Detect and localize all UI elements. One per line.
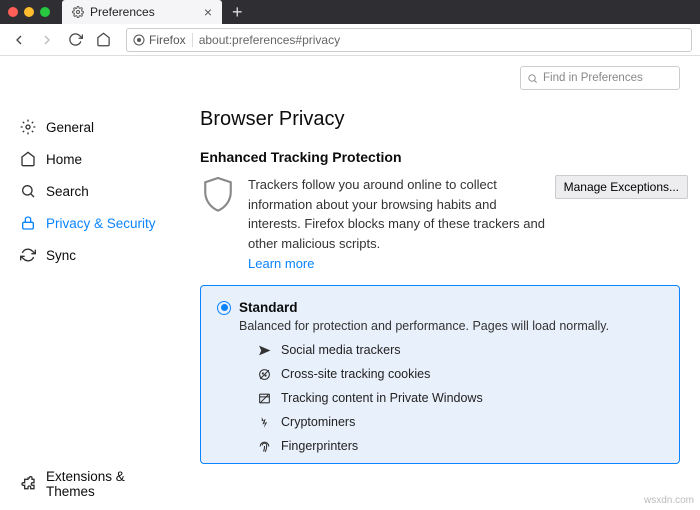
sync-icon	[20, 247, 36, 263]
sidebar-item-search[interactable]: Search	[10, 176, 180, 206]
puzzle-icon	[20, 476, 36, 492]
maximize-window-button[interactable]	[40, 7, 50, 17]
main-content: Find in Preferences Browser Privacy Enha…	[180, 56, 700, 510]
feature-fingerprinters: Fingerprinters	[257, 439, 663, 453]
card-subtitle: Balanced for protection and performance.…	[239, 319, 663, 333]
home-button[interactable]	[92, 29, 114, 51]
sidebar: General Home Search Privacy & Security	[0, 56, 180, 510]
gear-icon	[20, 119, 36, 135]
sidebar-item-label: Extensions & Themes	[46, 469, 170, 499]
url-input[interactable]	[199, 33, 685, 47]
search-icon	[20, 183, 36, 199]
shield-icon	[200, 175, 236, 219]
watermark: wsxdn.com	[644, 495, 694, 506]
sidebar-item-sync[interactable]: Sync	[10, 240, 180, 270]
url-bar[interactable]: Firefox	[126, 28, 692, 52]
window-controls	[8, 7, 50, 17]
search-placeholder: Find in Preferences	[543, 72, 643, 84]
navbar: Firefox	[0, 24, 700, 56]
standard-protection-card[interactable]: Standard Balanced for protection and per…	[200, 285, 680, 464]
learn-more-link[interactable]: Learn more	[248, 256, 314, 271]
card-title: Standard	[239, 300, 298, 315]
sidebar-item-label: General	[46, 120, 94, 135]
sidebar-item-extensions[interactable]: Extensions & Themes	[10, 462, 180, 506]
sidebar-item-privacy[interactable]: Privacy & Security	[10, 208, 180, 238]
minimize-window-button[interactable]	[24, 7, 34, 17]
close-window-button[interactable]	[8, 7, 18, 17]
feature-tracking-content: Tracking content in Private Windows	[257, 391, 663, 405]
sidebar-item-label: Sync	[46, 248, 76, 263]
feature-social-trackers: Social media trackers	[257, 343, 663, 357]
lock-icon	[20, 215, 36, 231]
tracking-intro: Trackers follow you around online to col…	[200, 175, 680, 271]
close-tab-button[interactable]: ×	[204, 5, 212, 19]
back-button[interactable]	[8, 29, 30, 51]
home-icon	[20, 151, 36, 167]
page-body: General Home Search Privacy & Security	[0, 56, 700, 510]
titlebar: Preferences × +	[0, 0, 700, 24]
search-preferences-input[interactable]: Find in Preferences	[520, 66, 680, 90]
tracking-description: Trackers follow you around online to col…	[248, 175, 548, 253]
forward-button[interactable]	[36, 29, 58, 51]
window-icon	[257, 391, 271, 405]
reload-button[interactable]	[64, 29, 86, 51]
cryptominer-icon	[257, 415, 271, 429]
standard-radio[interactable]	[217, 301, 231, 315]
sidebar-item-home[interactable]: Home	[10, 144, 180, 174]
social-icon	[257, 343, 271, 357]
identity-box[interactable]: Firefox	[133, 33, 193, 47]
feature-cryptominers: Cryptominers	[257, 415, 663, 429]
new-tab-button[interactable]: +	[222, 2, 253, 23]
page-title: Browser Privacy	[200, 108, 680, 131]
sidebar-item-label: Search	[46, 184, 89, 199]
feature-cross-site-cookies: Cross-site tracking cookies	[257, 367, 663, 381]
sidebar-item-label: Home	[46, 152, 82, 167]
identity-label: Firefox	[149, 33, 186, 47]
section-title: Enhanced Tracking Protection	[200, 149, 680, 165]
manage-exceptions-button[interactable]: Manage Exceptions...	[555, 175, 688, 199]
sidebar-item-label: Privacy & Security	[46, 216, 156, 231]
sidebar-item-general[interactable]: General	[10, 112, 180, 142]
cookie-icon	[257, 367, 271, 381]
gear-icon	[72, 6, 84, 18]
fingerprint-icon	[257, 439, 271, 453]
browser-tab[interactable]: Preferences ×	[62, 0, 222, 24]
feature-list: Social media trackers Cross-site trackin…	[257, 343, 663, 453]
tab-title: Preferences	[90, 5, 155, 19]
